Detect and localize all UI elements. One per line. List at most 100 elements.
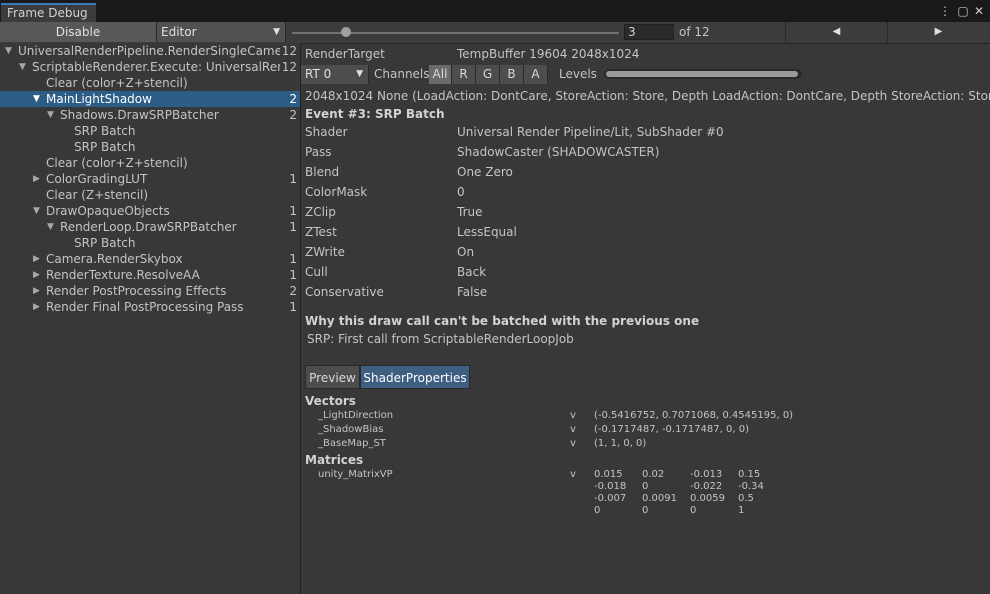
collapsed-triangle-icon[interactable]: ▶ [33, 171, 40, 187]
property-value: One Zero [457, 165, 513, 179]
close-icon[interactable]: ✕ [972, 3, 986, 19]
tree-row[interactable]: SRP Batch [0, 235, 300, 251]
vector-value: (-0.1717487, -0.1717487, 0, 0) [594, 424, 749, 435]
channel-all-button[interactable]: All [429, 65, 452, 84]
tree-row-label: ColorGradingLUT [46, 172, 148, 186]
tree-row[interactable]: ▶ Render Final PostProcessing Pass 1 [0, 299, 300, 315]
expanded-triangle-icon[interactable]: ▼ [33, 91, 40, 107]
property-value: LessEqual [457, 225, 517, 239]
property-value: True [457, 205, 483, 219]
panel-divider[interactable] [300, 43, 301, 594]
tree-row-label: Clear (color+Z+stencil) [46, 76, 188, 90]
window-title-bar [0, 0, 990, 22]
batch-reason-heading: Why this draw call can't be batched with… [305, 314, 700, 328]
tree-row-count: 2 [289, 284, 297, 298]
tree-row-label: Render PostProcessing Effects [46, 284, 227, 298]
matrix-cell: 0 [594, 505, 601, 516]
previous-event-button[interactable]: ◀ [785, 22, 887, 42]
chevron-down-icon: ▼ [356, 69, 363, 79]
tree-row-label: Camera.RenderSkybox [46, 252, 183, 266]
tree-row[interactable]: Clear (Z+stencil) [0, 187, 300, 203]
expanded-triangle-icon[interactable]: ▼ [47, 107, 54, 123]
target-dropdown[interactable]: Editor ▼ [157, 22, 286, 42]
property-name: ZTest [305, 225, 337, 239]
tree-row-label: Clear (Z+stencil) [46, 188, 149, 202]
matrices-heading: Matrices [305, 453, 364, 467]
tree-row-count: 1 [289, 204, 297, 218]
tree-row[interactable]: ▼ ScriptableRenderer.Execute: UniversalRe… [0, 59, 300, 75]
disable-button[interactable]: Disable [0, 22, 157, 42]
tree-row-label: RenderLoop.DrawSRPBatcher [60, 220, 237, 234]
tab-shader-properties[interactable]: ShaderProperties [360, 365, 470, 389]
collapsed-triangle-icon[interactable]: ▶ [33, 251, 40, 267]
tree-row-count: 1 [289, 252, 297, 266]
expanded-triangle-icon[interactable]: ▼ [47, 219, 54, 235]
maximize-icon[interactable]: ▢ [956, 3, 970, 19]
tree-row[interactable]: ▶ ColorGradingLUT 1 [0, 171, 300, 187]
matrix-stage: v [570, 469, 576, 480]
tree-row-count: 2 [289, 92, 297, 106]
chevron-down-icon: ▼ [273, 27, 280, 37]
levels-range-fill[interactable] [606, 71, 798, 77]
property-name: ColorMask [305, 185, 368, 199]
tree-row-label: MainLightShadow [46, 92, 152, 106]
rt-select-dropdown[interactable]: RT 0 ▼ [301, 65, 369, 84]
tree-row-label: SRP Batch [74, 124, 136, 138]
render-target-label: RenderTarget [305, 47, 385, 61]
tree-row[interactable]: SRP Batch [0, 123, 300, 139]
expanded-triangle-icon[interactable]: ▼ [33, 203, 40, 219]
tree-row[interactable]: ▼ UniversalRenderPipeline.RenderSingleCam… [0, 43, 300, 59]
tree-row[interactable]: ▶ Camera.RenderSkybox 1 [0, 251, 300, 267]
frame-debug-tab[interactable]: Frame Debug [1, 3, 96, 22]
channel-r-button[interactable]: R [452, 65, 476, 84]
vector-name: _LightDirection [318, 410, 394, 421]
tree-row[interactable]: ▼ MainLightShadow 2 [0, 91, 300, 107]
render-target-value: TempBuffer 19604 2048x1024 [457, 47, 640, 61]
batch-reason-text: SRP: First call from ScriptableRenderLoo… [307, 332, 574, 346]
tree-row-label: Clear (color+Z+stencil) [46, 156, 188, 170]
target-dropdown-label: Editor [161, 25, 197, 39]
expanded-triangle-icon[interactable]: ▼ [5, 43, 12, 59]
tree-row-label: DrawOpaqueObjects [46, 204, 170, 218]
vector-name: _ShadowBias [318, 424, 384, 435]
tree-row-label: ScriptableRenderer.Execute: UniversalRen… [32, 60, 280, 74]
tree-row-label: SRP Batch [74, 236, 136, 250]
tree-row[interactable]: ▼ Shadows.DrawSRPBatcher 2 [0, 107, 300, 123]
property-value: Universal Render Pipeline/Lit, SubShader… [457, 125, 724, 139]
tab-preview[interactable]: Preview [305, 365, 360, 389]
tree-row-label: UniversalRenderPipeline.RenderSingleCame… [18, 44, 280, 58]
channel-a-button[interactable]: A [524, 65, 548, 84]
collapsed-triangle-icon[interactable]: ▶ [33, 267, 40, 283]
toolbar: Disable Editor ▼ 3 of 12 ◀ ▶ [0, 22, 990, 44]
event-title: Event #3: SRP Batch [305, 107, 445, 121]
more-options-icon[interactable]: ⋮ [938, 3, 952, 19]
tree-row[interactable]: ▶ Render PostProcessing Effects 2 [0, 283, 300, 299]
collapsed-triangle-icon[interactable]: ▶ [33, 283, 40, 299]
tree-row-count: 1 [289, 220, 297, 234]
property-value: On [457, 245, 475, 259]
vector-name: _BaseMap_ST [318, 438, 386, 449]
tree-row[interactable]: ▼ DrawOpaqueObjects 1 [0, 203, 300, 219]
expanded-triangle-icon[interactable]: ▼ [19, 59, 26, 75]
tree-row-count: 1 [289, 172, 297, 186]
tree-row[interactable]: ▼ RenderLoop.DrawSRPBatcher 1 [0, 219, 300, 235]
next-event-button[interactable]: ▶ [887, 22, 989, 42]
frame-slider-thumb[interactable] [341, 27, 351, 37]
tree-row[interactable]: Clear (color+Z+stencil) [0, 155, 300, 171]
matrix-cell: 1 [738, 505, 745, 516]
tree-row[interactable]: ▶ RenderTexture.ResolveAA 1 [0, 267, 300, 283]
tree-row-count: 2 [289, 108, 297, 122]
channel-g-button[interactable]: G [476, 65, 500, 84]
channel-b-button[interactable]: B [500, 65, 524, 84]
frame-index-input[interactable]: 3 [624, 24, 674, 40]
tree-row[interactable]: SRP Batch [0, 139, 300, 155]
property-name: ZWrite [305, 245, 345, 259]
tree-row-label: Render Final PostProcessing Pass [46, 300, 244, 314]
property-value: 0 [457, 185, 465, 199]
property-value: Back [457, 265, 487, 279]
tree-row-count: 12 [281, 60, 297, 74]
tree-row[interactable]: Clear (color+Z+stencil) [0, 75, 300, 91]
property-name: ZClip [305, 205, 336, 219]
collapsed-triangle-icon[interactable]: ▶ [33, 299, 40, 315]
vector-stage: v [570, 410, 576, 421]
